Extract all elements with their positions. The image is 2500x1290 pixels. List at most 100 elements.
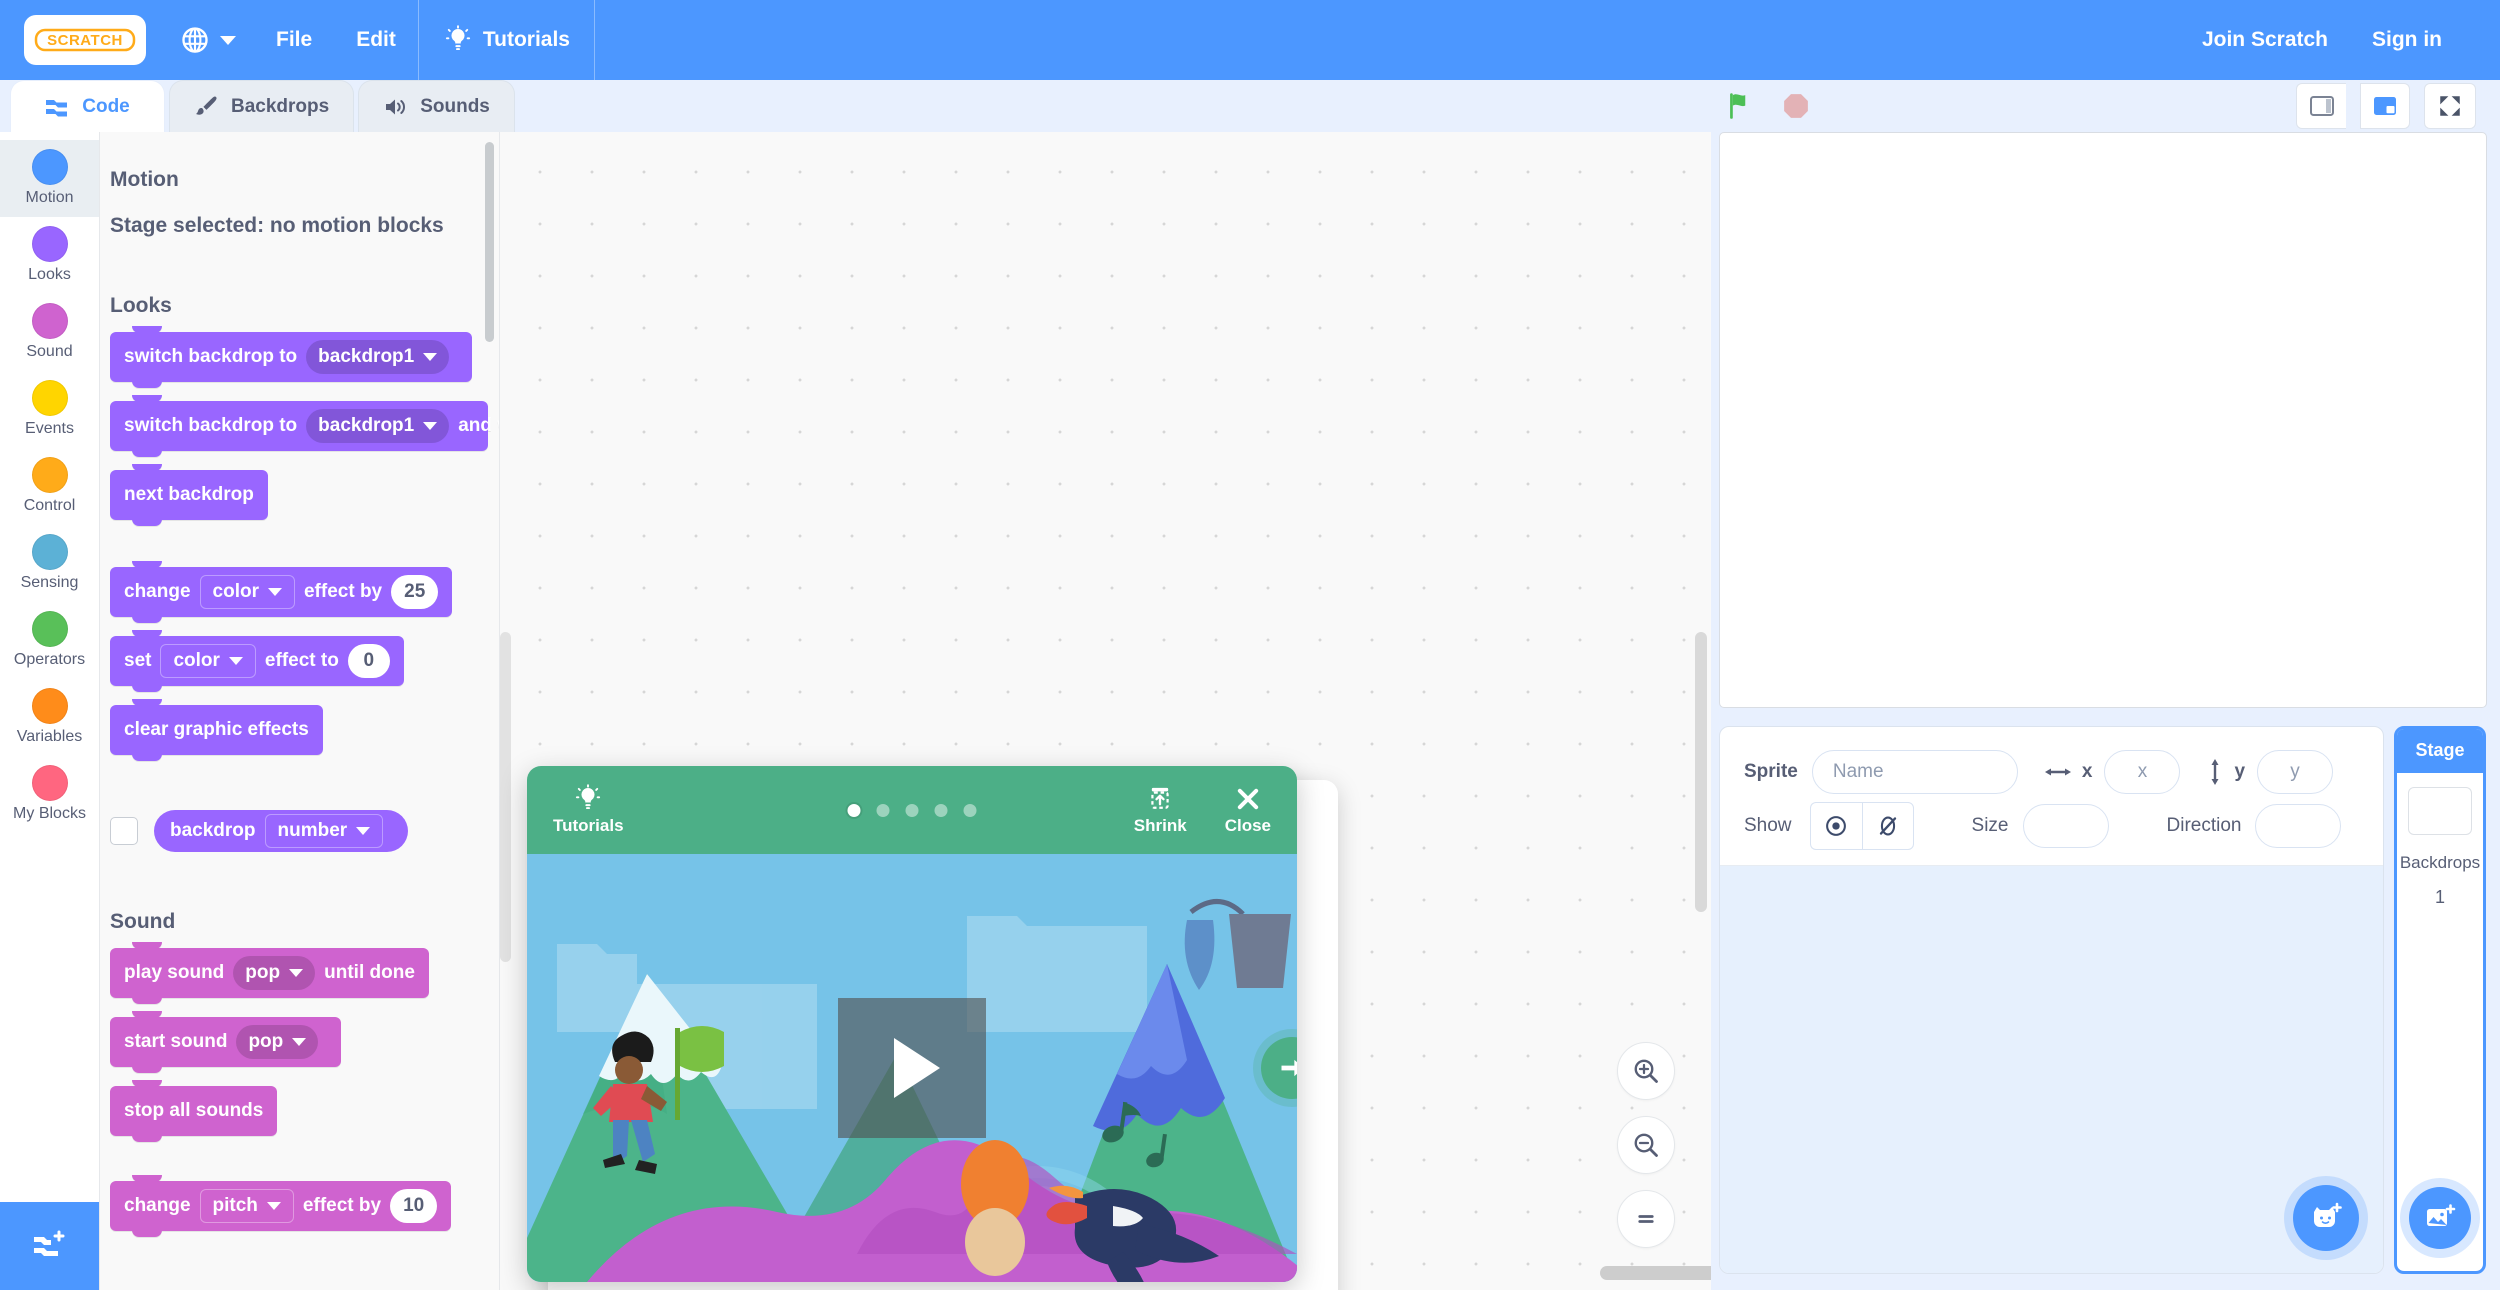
sidebar-item-sensing[interactable]: Sensing [0,525,99,602]
sprite-show-button[interactable] [1809,802,1862,850]
dropdown-sound-pop[interactable]: pop [233,956,316,990]
block-notch-top [132,1175,162,1182]
tab-sounds[interactable]: Sounds [358,80,515,132]
zoom-in-button[interactable] [1617,1042,1675,1100]
eye-visible-icon [1826,816,1846,836]
add-extension-icon [33,1230,64,1256]
tutorial-card-header: Tutorials Shrink Close [527,766,1297,854]
workspace-hscroll-thumb[interactable] [1600,1266,1711,1280]
lightbulb-icon [445,25,470,50]
add-extension-button[interactable] [0,1202,99,1290]
language-menu[interactable] [174,0,254,80]
block-switch-backdrop-to[interactable]: switch backdrop to backdrop1 [110,326,473,388]
sign-in-button[interactable]: Sign in [2350,0,2464,80]
stage-selector-pane[interactable]: Stage Backdrops 1 [2394,726,2486,1274]
palette-edge-scrollbar[interactable] [500,632,511,962]
tutorial-video-thumbnail[interactable] [527,854,1297,1282]
x-label: x [2081,761,2093,782]
tutorial-shrink-button[interactable]: Shrink [1134,785,1187,836]
block-notch-bottom [132,754,162,761]
block-change-color-effect[interactable]: change color effect by 25 [110,561,453,623]
add-sprite-button[interactable] [2293,1185,2359,1251]
block-start-sound[interactable]: start sound pop [110,1011,342,1073]
y-label: y [2234,761,2246,782]
zoom-out-button[interactable] [1617,1116,1675,1174]
block-label-clear-effects: clear graphic effects [124,719,309,740]
tutorial-dot-3[interactable] [905,803,919,817]
stage-thumbnail[interactable] [2408,787,2472,835]
sprite-size-input[interactable] [2022,804,2109,848]
add-backdrop-button[interactable] [2409,1187,2471,1249]
tutorial-card-actions: Shrink Close [1134,785,1271,836]
small-stage-button[interactable] [2296,83,2346,129]
size-label: Size [1971,815,2009,836]
input-pitch-amount[interactable]: 10 [390,1189,438,1223]
sidebar-item-operators[interactable]: Operators [0,602,99,679]
sprite-hide-button[interactable] [1861,802,1914,850]
fullscreen-button[interactable] [2424,83,2476,129]
checkbox-backdrop-number[interactable] [110,817,138,845]
block-set-color-effect[interactable]: set color effect to 0 [110,630,404,692]
tutorial-dot-1[interactable] [847,803,861,817]
sprite-info-panel: Sprite Name x x y y Show Size Direction [1720,727,2383,866]
palette-heading-sound: Sound [110,910,176,933]
reporter-backdrop-number[interactable]: backdrop number [154,810,409,852]
block-stop-all-sounds[interactable]: stop all sounds [110,1080,278,1142]
chevron-down-icon [423,422,438,430]
sprite-y-input[interactable]: y [2257,750,2334,794]
zoom-reset-button[interactable] [1617,1190,1675,1248]
menu-file[interactable]: File [254,0,334,80]
sidebar-item-motion[interactable]: Motion [0,140,99,217]
workspace-vertical-scrollbar[interactable] [1695,632,1707,912]
block-play-sound-until-done[interactable]: play sound pop until done [110,942,429,1004]
tutorial-brand-label: Tutorials [553,816,624,835]
sprite-direction-input[interactable] [2255,804,2342,848]
green-flag-button[interactable] [1719,83,1765,129]
tab-backdrops[interactable]: Backdrops [169,80,355,132]
sidebar-item-looks[interactable]: Looks [0,217,99,294]
dropdown-set-effect-color[interactable]: color [160,644,256,678]
join-scratch-button[interactable]: Join Scratch [2180,0,2350,80]
dropdown-effect-color[interactable]: color [199,575,295,609]
large-stage-button[interactable] [2360,83,2410,129]
sidebar-item-my-blocks[interactable]: My Blocks [0,756,99,833]
tab-backdrops-label: Backdrops [231,95,330,117]
tutorial-dot-5[interactable] [963,803,977,817]
dropdown-backdrop1-wait[interactable]: backdrop1 [306,409,450,443]
menu-edit[interactable]: Edit [334,0,418,80]
dropdown-start-sound-pop[interactable]: pop [236,1025,319,1059]
dropdown-backdrop-number[interactable]: number [264,814,384,848]
sprite-name-input[interactable]: Name [1811,750,2018,794]
dropdown-backdrop1[interactable]: backdrop1 [306,340,450,374]
block-change-pitch-effect[interactable]: change pitch effect by 10 [110,1175,452,1237]
sprite-x-input[interactable]: x [2104,750,2181,794]
palette-scrollbar[interactable] [485,142,494,342]
sidebar-item-events[interactable]: Events [0,371,99,448]
menu-tutorials[interactable]: Tutorials [419,0,594,80]
palette-motion-note: Stage selected: no motion blocks [110,214,444,237]
block-palette[interactable]: Motion Stage selected: no motion blocks … [100,132,500,1290]
tutorial-dot-4[interactable] [934,803,948,817]
tutorial-dot-2[interactable] [876,803,890,817]
stage-canvas[interactable] [1719,132,2487,708]
tutorial-close-button[interactable]: Close [1225,785,1271,836]
block-label-and-wait: and wait [458,415,499,436]
block-switch-backdrop-and-wait[interactable]: switch backdrop to backdrop1 and wait [110,395,499,457]
sprite-selector-list[interactable] [1720,866,2383,1273]
input-effect-set-amount[interactable]: 0 [347,644,390,678]
tutorial-play-button[interactable] [838,998,986,1138]
block-label-start-sound: start sound [124,1031,228,1052]
dropdown-effect-color-value: color [212,581,259,602]
block-clear-graphic-effects[interactable]: clear graphic effects [110,699,323,761]
sprite-info-row-2: Show Size Direction [1744,799,2359,853]
dropdown-pitch[interactable]: pitch [199,1189,294,1223]
sidebar-item-variables[interactable]: Variables [0,679,99,756]
stop-button[interactable] [1773,83,1819,129]
tab-code[interactable]: Code [10,80,165,132]
scratch-logo[interactable]: SCRATCH [24,15,146,65]
block-next-backdrop[interactable]: next backdrop [110,464,268,526]
tutorial-shrink-label: Shrink [1133,815,1187,835]
sidebar-item-sound[interactable]: Sound [0,294,99,371]
sidebar-item-control[interactable]: Control [0,448,99,525]
input-effect-change-amount[interactable]: 25 [391,575,439,609]
